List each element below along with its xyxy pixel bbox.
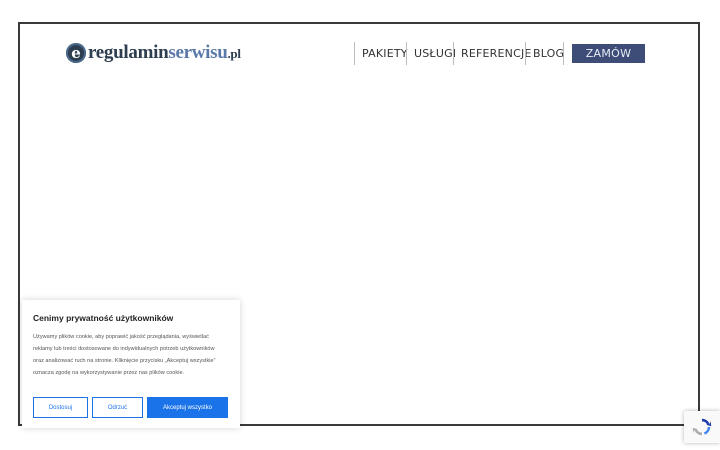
cookie-title: Cenimy prywatność użytkowników <box>33 313 174 323</box>
cookie-description: Używamy plików cookie, aby poprawić jako… <box>33 334 216 376</box>
customize-button[interactable]: Dostosuj <box>33 397 88 418</box>
site-logo[interactable]: e regulaminserwisu.pl <box>66 42 241 64</box>
recaptcha-badge[interactable] <box>684 411 720 443</box>
nav-item-referencje[interactable]: REFERENCJE <box>453 42 531 65</box>
logo-part-regulamin: regulamin <box>88 41 169 63</box>
logo-e-icon: e <box>66 43 86 63</box>
cookie-buttons: Dostosuj Odrzuć Akceptuj wszystko <box>33 397 228 418</box>
logo-part-serwisu: serwisu <box>168 41 228 63</box>
nav-item-uslugi[interactable]: USŁUGI <box>406 42 456 65</box>
logo-tld: .pl <box>227 45 241 61</box>
logo-wordmark: regulaminserwisu.pl <box>88 42 241 65</box>
main-nav: PAKIETY USŁUGI REFERENCJE BLOG <box>354 42 564 65</box>
nav-item-pakiety[interactable]: PAKIETY <box>354 42 408 65</box>
accept-all-button[interactable]: Akceptuj wszystko <box>147 397 228 418</box>
reject-button[interactable]: Odrzuć <box>92 397 143 418</box>
order-button[interactable]: ZAMÓW <box>572 44 645 63</box>
recaptcha-icon <box>692 418 712 436</box>
nav-item-blog[interactable]: BLOG <box>525 42 564 65</box>
cookie-consent-banner: Cenimy prywatność użytkowników Używamy p… <box>22 300 240 428</box>
